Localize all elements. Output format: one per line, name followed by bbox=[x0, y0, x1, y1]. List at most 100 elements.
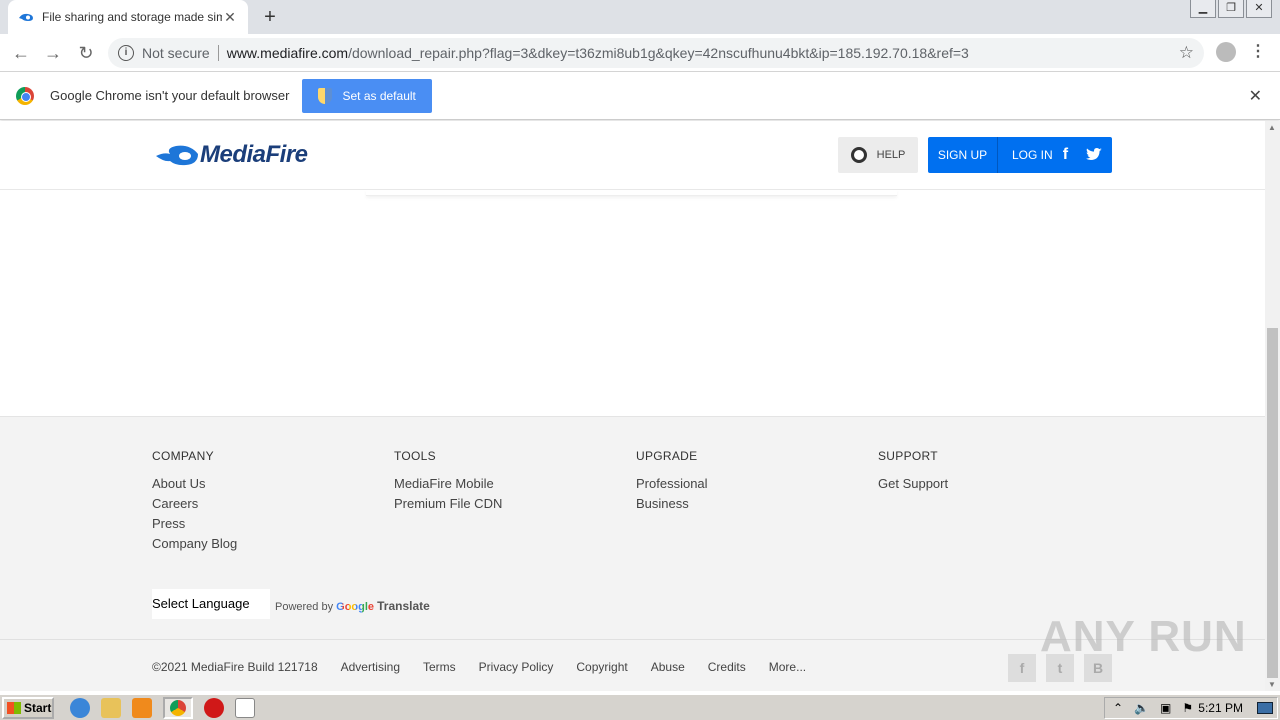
set-as-default-label: Set as default bbox=[342, 88, 416, 103]
internet-explorer-icon[interactable] bbox=[70, 698, 90, 718]
google-translate-credit: Powered by Google Translate bbox=[275, 599, 430, 613]
default-browser-infobar: Google Chrome isn't your default browser… bbox=[0, 72, 1280, 120]
chrome-menu-icon[interactable]: ⋮ bbox=[1250, 42, 1266, 62]
tab-close-icon[interactable]: ✕ bbox=[222, 9, 238, 26]
window-controls: ▁ ❐ ✕ bbox=[1190, 0, 1272, 18]
site-header: MediaFire HELP SIGN UP LOG IN f bbox=[0, 121, 1265, 190]
volume-icon[interactable]: 🔈 bbox=[1134, 701, 1149, 715]
twitter-icon[interactable] bbox=[1085, 147, 1103, 163]
footer-column-support: SUPPORT Get Support bbox=[878, 449, 948, 496]
bookmark-star-icon[interactable]: ☆ bbox=[1179, 43, 1194, 63]
copyright-text: ©2021 MediaFire Build 121718 bbox=[152, 660, 318, 674]
google-logo: Google bbox=[336, 601, 377, 613]
footer-link-advertising[interactable]: Advertising bbox=[341, 660, 400, 674]
url-path: /download_repair.php?flag=3&dkey=t36zmi8… bbox=[348, 45, 969, 61]
footer-link-abuse[interactable]: Abuse bbox=[651, 660, 685, 674]
footer-link-business[interactable]: Business bbox=[636, 496, 708, 511]
footer-link-professional[interactable]: Professional bbox=[636, 476, 708, 491]
auth-buttons: SIGN UP LOG IN f bbox=[928, 137, 1112, 173]
footer-column-company: COMPANY About Us Careers Press Company B… bbox=[152, 449, 237, 556]
language-select[interactable]: Select Language bbox=[152, 589, 270, 619]
browser-toolbar: ← → ↻ i Not secure www.mediafire.com/dow… bbox=[0, 34, 1280, 72]
infobar-close-icon[interactable]: ✕ bbox=[1249, 86, 1262, 106]
footer-column-tools: TOOLS MediaFire Mobile Premium File CDN bbox=[394, 449, 502, 516]
address-bar[interactable]: i Not secure www.mediafire.com/download_… bbox=[108, 38, 1204, 68]
windows-taskbar: Start ⌃ 🔈 ▣ ⚑ 5:21 PM bbox=[0, 694, 1280, 720]
help-label: HELP bbox=[876, 149, 906, 161]
chrome-icon bbox=[170, 700, 186, 716]
footer-link-credits[interactable]: Credits bbox=[708, 660, 746, 674]
url-separator bbox=[217, 45, 219, 61]
back-icon[interactable]: ← bbox=[10, 42, 32, 64]
anyrun-watermark: ANY RUN bbox=[1040, 612, 1247, 661]
footer-heading: SUPPORT bbox=[878, 449, 938, 463]
footer-link-company-blog[interactable]: Company Blog bbox=[152, 536, 237, 551]
social-login: f bbox=[1063, 147, 1103, 163]
facebook-icon[interactable]: f bbox=[1063, 147, 1077, 163]
infobar-message: Google Chrome isn't your default browser bbox=[50, 88, 290, 103]
scroll-down-icon[interactable]: ▼ bbox=[1268, 680, 1276, 689]
profile-avatar-icon[interactable] bbox=[1216, 42, 1236, 62]
media-player-icon[interactable] bbox=[132, 698, 152, 718]
log-in-button[interactable]: LOG IN bbox=[998, 148, 1053, 162]
footer-link-copyright[interactable]: Copyright bbox=[576, 660, 627, 674]
start-button[interactable]: Start bbox=[2, 697, 54, 719]
tab-bar: File sharing and storage made simple ✕ +… bbox=[0, 0, 1280, 34]
restore-icon[interactable]: ❐ bbox=[1218, 0, 1244, 18]
footer-link-mediafire-mobile[interactable]: MediaFire Mobile bbox=[394, 476, 502, 491]
show-desktop-icon[interactable] bbox=[1257, 702, 1273, 714]
footer-link-get-support[interactable]: Get Support bbox=[878, 476, 948, 491]
mediafire-flame-icon bbox=[156, 145, 198, 166]
sign-up-button[interactable]: SIGN UP bbox=[928, 137, 998, 173]
minimize-icon[interactable]: ▁ bbox=[1190, 0, 1216, 18]
page-scrollbar[interactable]: ▲ ▼ bbox=[1265, 121, 1280, 691]
translate-label: Translate bbox=[377, 599, 430, 613]
browser-tab[interactable]: File sharing and storage made simple ✕ bbox=[8, 0, 248, 34]
system-tray: ⌃ 🔈 ▣ ⚑ 5:21 PM bbox=[1104, 697, 1278, 719]
footer-bottom-links: ©2021 MediaFire Build 121718 Advertising… bbox=[152, 660, 806, 674]
start-label: Start bbox=[24, 701, 52, 715]
footer-column-upgrade: UPGRADE Professional Business bbox=[636, 449, 708, 516]
footer-heading: TOOLS bbox=[394, 449, 436, 463]
notepad-icon[interactable] bbox=[235, 698, 255, 718]
uac-shield-icon bbox=[318, 87, 333, 104]
google-wordmark: Google bbox=[336, 601, 375, 613]
opera-icon[interactable] bbox=[204, 698, 224, 718]
tray-expand-icon[interactable]: ⌃ bbox=[1113, 701, 1123, 715]
system-clock[interactable]: 5:21 PM bbox=[1198, 701, 1243, 715]
forward-icon[interactable]: → bbox=[42, 42, 64, 64]
quick-launch bbox=[70, 697, 255, 719]
mediafire-logo[interactable]: MediaFire bbox=[154, 141, 308, 169]
info-icon[interactable]: i bbox=[118, 45, 134, 61]
close-window-icon[interactable]: ✕ bbox=[1246, 0, 1272, 18]
scrollbar-thumb[interactable] bbox=[1267, 328, 1278, 678]
new-tab-icon[interactable]: + bbox=[258, 6, 282, 30]
mediafire-favicon-icon bbox=[19, 13, 33, 21]
footer-link-more[interactable]: More... bbox=[769, 660, 806, 674]
footer-heading: UPGRADE bbox=[636, 449, 698, 463]
footer-link-press[interactable]: Press bbox=[152, 516, 237, 531]
footer-link-terms[interactable]: Terms bbox=[423, 660, 456, 674]
network-icon[interactable]: ▣ bbox=[1160, 701, 1171, 715]
scroll-up-icon[interactable]: ▲ bbox=[1268, 123, 1276, 132]
footer-link-premium-file-cdn[interactable]: Premium File CDN bbox=[394, 496, 502, 511]
lifebuoy-icon bbox=[850, 147, 867, 163]
facebook-icon[interactable]: f bbox=[1008, 654, 1036, 682]
set-as-default-button[interactable]: Set as default bbox=[302, 78, 432, 113]
footer-link-privacy-policy[interactable]: Privacy Policy bbox=[479, 660, 554, 674]
help-button[interactable]: HELP bbox=[838, 137, 918, 173]
reload-icon[interactable]: ↻ bbox=[75, 42, 97, 64]
powered-by-label: Powered by bbox=[275, 601, 334, 613]
logo-text: MediaFire bbox=[200, 141, 308, 168]
action-center-flag-icon[interactable]: ⚑ bbox=[1182, 701, 1193, 715]
tab-title: File sharing and storage made simple bbox=[42, 10, 222, 24]
content-card-edge bbox=[366, 190, 897, 196]
footer-link-about-us[interactable]: About Us bbox=[152, 476, 237, 491]
chrome-taskbar-button[interactable] bbox=[163, 697, 193, 719]
security-status: Not secure bbox=[142, 45, 210, 61]
footer-link-careers[interactable]: Careers bbox=[152, 496, 237, 511]
file-explorer-icon[interactable] bbox=[101, 698, 121, 718]
chrome-logo-icon bbox=[16, 86, 34, 105]
footer-heading: COMPANY bbox=[152, 449, 214, 463]
page-content: MediaFire HELP SIGN UP LOG IN f COMPANY … bbox=[0, 121, 1265, 691]
